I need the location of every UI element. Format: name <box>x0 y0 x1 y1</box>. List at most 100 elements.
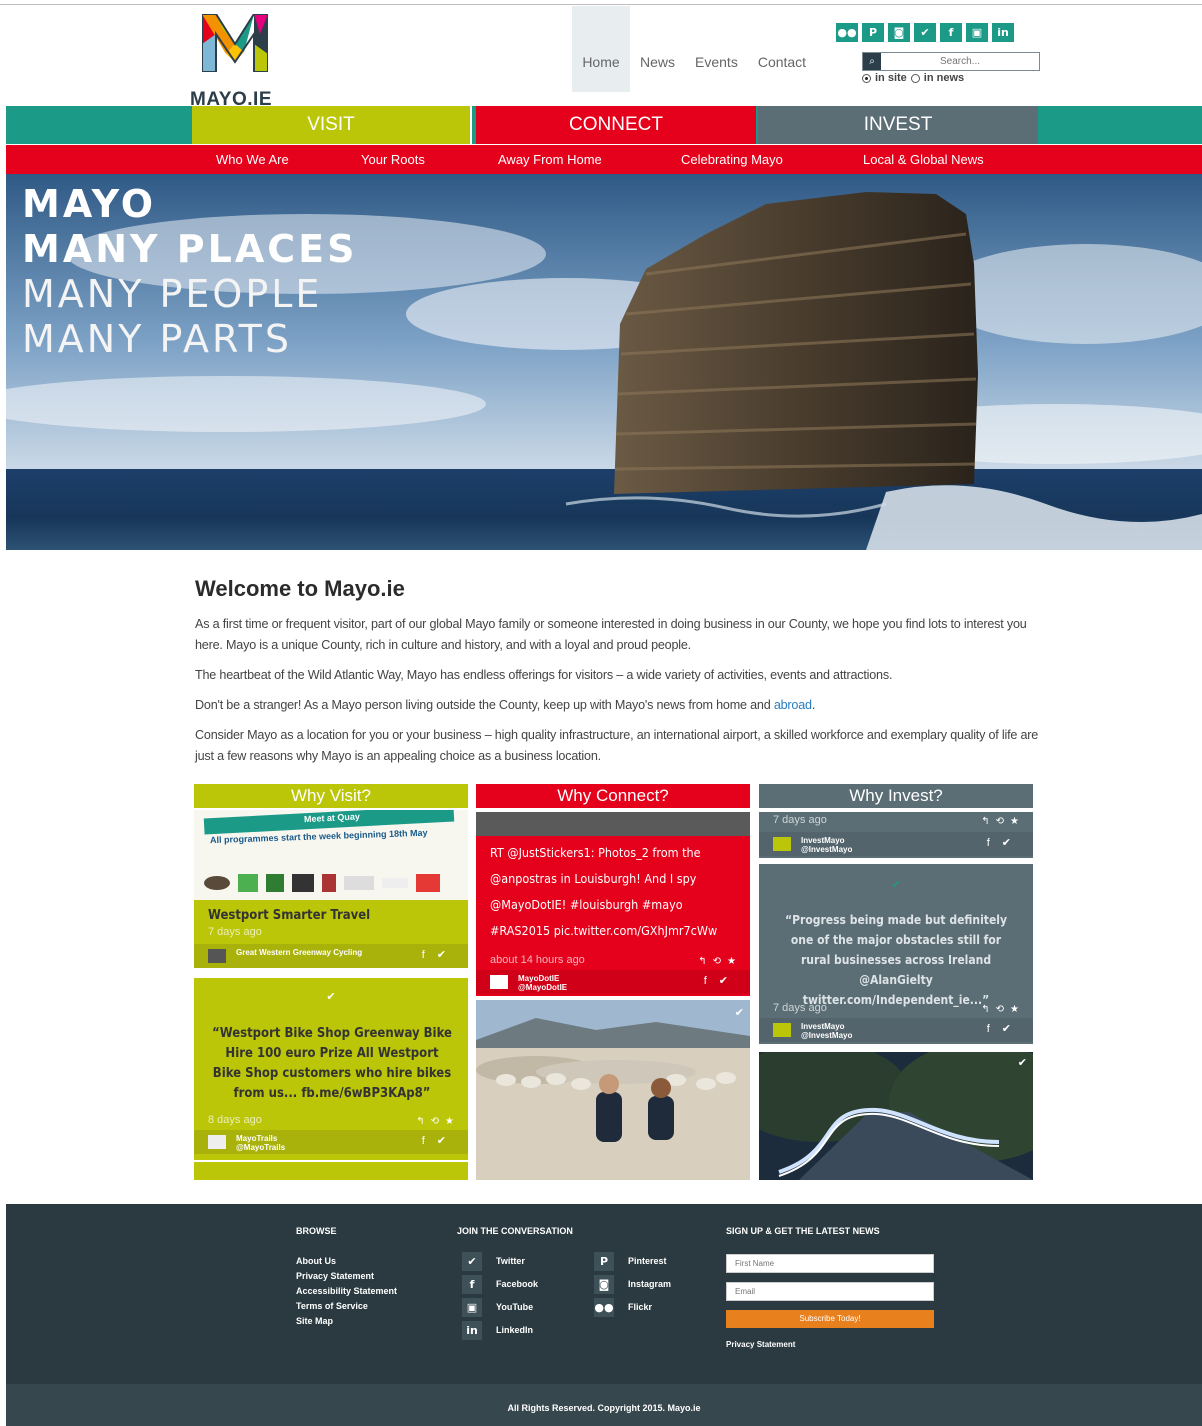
share-icons[interactable]: f✔ <box>987 836 1023 849</box>
why-visit-column: Why Visit? <box>194 784 468 808</box>
share-icons[interactable]: f✔ <box>704 974 740 987</box>
twitter-icon[interactable]: ✔ <box>914 23 936 42</box>
share-icons[interactable]: f✔ <box>987 1022 1023 1035</box>
footer-twitter[interactable]: ✔ Twitter <box>462 1250 538 1272</box>
poster-strip-text: Meet at Quay <box>303 811 361 825</box>
first-name-field[interactable] <box>726 1254 934 1273</box>
light-trail-road-photo <box>759 1052 1033 1180</box>
tweet-actions-icons[interactable]: ↰⟲★ <box>981 1004 1025 1015</box>
tab-invest[interactable]: INVEST <box>758 106 1038 144</box>
facebook-icon: f <box>462 1274 482 1294</box>
visit-card2-user: MayoTrails <box>236 1134 278 1143</box>
facebook-icon[interactable]: f <box>940 23 962 42</box>
visit-tweet-card-2[interactable]: ✔ “Westport Bike Shop Greenway Bike Hire… <box>194 978 468 1160</box>
top-border <box>0 4 1202 5</box>
share-icons[interactable]: f✔ <box>422 948 458 961</box>
email-field[interactable] <box>726 1282 934 1301</box>
footer-facebook[interactable]: f Facebook <box>462 1273 538 1295</box>
footer-privacy-link[interactable]: Privacy Statement <box>296 1269 397 1284</box>
twitter-bird-icon: ✔ <box>734 1007 744 1019</box>
youtube-icon[interactable]: ▣ <box>966 23 988 42</box>
avatar <box>490 975 508 989</box>
nav-home-link[interactable]: Home <box>572 6 630 92</box>
share-icons[interactable]: f✔ <box>422 1134 458 1147</box>
main-nav: VISIT CONNECT INVEST <box>6 106 1202 144</box>
nav-contact-link[interactable]: Contact <box>748 6 816 92</box>
subnav-away-from-home[interactable]: Away From Home <box>498 145 602 174</box>
search-input[interactable] <box>885 55 1035 68</box>
footer-privacy-statement-link[interactable]: Privacy Statement <box>726 1340 795 1349</box>
flickr-icon[interactable]: ●● <box>836 23 858 42</box>
subnav-local-global-news[interactable]: Local & Global News <box>863 145 984 174</box>
connect-card1-user: MayoDotIE <box>518 974 560 983</box>
avatar <box>208 1135 226 1149</box>
tweet-actions-icons[interactable]: ↰⟲★ <box>981 816 1025 827</box>
footer-instagram[interactable]: ◙ Instagram <box>594 1273 671 1295</box>
invest-tweet-card-1[interactable]: 7 days ago ↰⟲★ InvestMayo @InvestMayo f✔ <box>759 812 1033 858</box>
nav-news-link[interactable]: News <box>630 6 685 92</box>
visit-poster-image[interactable]: Meet at Quay All programmes start the we… <box>194 810 468 900</box>
visit-tweet-card-1[interactable]: Westport Smarter Travel 7 days ago Great… <box>194 900 468 968</box>
connect-photo-card[interactable]: ✔ <box>476 1000 750 1180</box>
footer-linkedin[interactable]: in LinkedIn <box>462 1319 538 1341</box>
invest-photo-card[interactable]: ✔ <box>759 1052 1033 1180</box>
footer-about-link[interactable]: About Us <box>296 1254 397 1269</box>
why-visit-heading[interactable]: Why Visit? <box>194 784 468 808</box>
footer-linkedin-label: LinkedIn <box>496 1325 534 1335</box>
welcome-paragraph-3: Don't be a stranger! As a Mayo person li… <box>195 695 1045 716</box>
footer-youtube[interactable]: ▣ YouTube <box>462 1296 538 1318</box>
footer-facebook-label: Facebook <box>496 1279 539 1289</box>
footer-join-title: JOIN THE CONVERSATION <box>457 1226 573 1236</box>
subscribe-button[interactable]: Subscribe Today! <box>726 1310 934 1328</box>
footer-social-left: ✔ Twitter f Facebook ▣ YouTube in LinkedIn <box>462 1250 538 1342</box>
invest-card1-user-block: InvestMayo @InvestMayo <box>801 836 852 854</box>
visit-card1-user-row: Great Western Greenway Cycling f✔ <box>194 944 468 968</box>
footer-pinterest[interactable]: P Pinterest <box>594 1250 671 1272</box>
flickr-icon: ●● <box>594 1297 614 1317</box>
radio-in-site[interactable] <box>862 73 871 83</box>
footer-twitter-label: Twitter <box>496 1256 525 1266</box>
pinterest-icon[interactable]: P <box>862 23 884 42</box>
why-connect-heading[interactable]: Why Connect? <box>476 784 750 808</box>
social-icons: ●● P ◙ ✔ f ▣ in <box>836 23 1014 42</box>
connect-card1-time: about 14 hours ago <box>490 954 585 966</box>
why-invest-heading[interactable]: Why Invest? <box>759 784 1033 808</box>
footer-sitemap-link[interactable]: Site Map <box>296 1314 397 1329</box>
hero-line-1: MAYO <box>22 182 157 226</box>
invest-card1-time: 7 days ago <box>773 814 827 826</box>
connect-tweet-card-1[interactable]: RT @JustStickers1: Photos_2 from the @an… <box>476 812 750 996</box>
hero-banner: MAYO MANY PLACES MANY PEOPLE MANY PARTS <box>6 174 1202 550</box>
subnav-your-roots[interactable]: Your Roots <box>361 145 425 174</box>
footer-flickr-label: Flickr <box>628 1302 653 1312</box>
welcome-section: Welcome to Mayo.ie As a first time or fr… <box>195 576 1045 776</box>
invest-tweet-card-2[interactable]: ✔ “Progress being made but definitely on… <box>759 864 1033 1044</box>
visit-card-more[interactable] <box>194 1162 468 1180</box>
radio-in-news[interactable] <box>910 73 920 83</box>
tweet-actions-icons[interactable]: ↰⟲★ <box>416 1116 460 1127</box>
subnav-who-we-are[interactable]: Who We Are <box>216 145 289 174</box>
hero-line-4: MANY PARTS <box>22 317 292 361</box>
visit-card2-user-row: MayoTrails @MayoTrails f✔ <box>194 1130 468 1154</box>
welcome-paragraph-2: The heartbeat of the Wild Atlantic Way, … <box>195 668 893 682</box>
tweet-actions-icons[interactable]: ↰⟲★ <box>698 956 742 967</box>
footer-terms-link[interactable]: Terms of Service <box>296 1299 397 1314</box>
footer-accessibility-link[interactable]: Accessibility Statement <box>296 1284 397 1299</box>
abroad-link[interactable]: abroad <box>774 698 812 712</box>
invest-card2-user: InvestMayo <box>801 1022 845 1031</box>
instagram-icon[interactable]: ◙ <box>888 23 910 42</box>
linkedin-icon[interactable]: in <box>992 23 1014 42</box>
linkedin-icon: in <box>462 1320 482 1340</box>
footer: BROWSE About Us Privacy Statement Access… <box>6 1204 1202 1384</box>
nav-events-link[interactable]: Events <box>685 6 748 92</box>
welcome-paragraph-1: As a first time or frequent visitor, par… <box>195 617 1027 652</box>
footer-flickr[interactable]: ●● Flickr <box>594 1296 671 1318</box>
tab-visit[interactable]: VISIT <box>192 106 472 144</box>
avatar <box>773 1023 791 1037</box>
twitter-bird-icon: ✔ <box>1017 1057 1027 1069</box>
search-icon[interactable]: ⌕ <box>863 53 881 70</box>
visit-card2-text: “Westport Bike Shop Greenway Bike Hire 1… <box>212 1026 452 1101</box>
tab-connect[interactable]: CONNECT <box>476 106 756 144</box>
visit-card1-time: 7 days ago <box>208 926 262 938</box>
subnav-celebrating-mayo[interactable]: Celebrating Mayo <box>681 145 783 174</box>
site-logo[interactable]: MAYO.IE <box>190 14 290 110</box>
